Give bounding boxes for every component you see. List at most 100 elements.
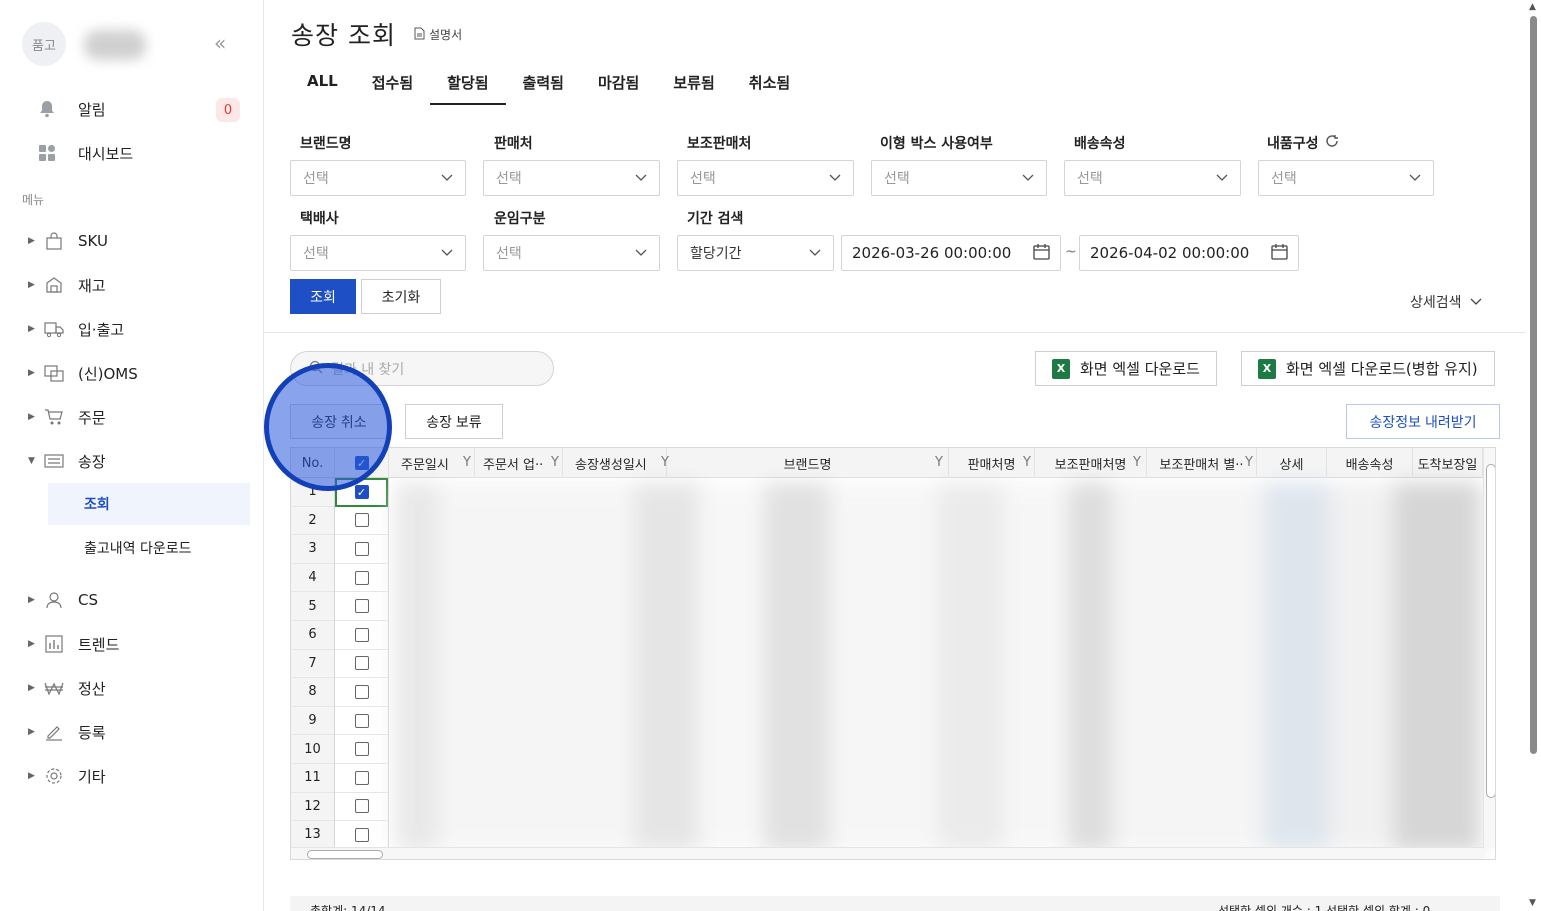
sidebar-item-sku[interactable]: ▶ SKU xyxy=(28,230,108,252)
page-scroll-thumb[interactable] xyxy=(1530,16,1537,754)
sidebar-item-order[interactable]: ▶ 주문 xyxy=(28,406,106,428)
date-from-input[interactable]: 2026-03-26 00:00:00 xyxy=(841,235,1061,271)
grid-horizontal-scrollbar[interactable] xyxy=(291,847,1483,859)
sidebar-item-trend[interactable]: ▶ 트렌드 xyxy=(28,633,119,655)
tab-cancelled[interactable]: 취소됨 xyxy=(732,64,807,105)
tab-held[interactable]: 보류됨 xyxy=(656,64,731,105)
table-row-check[interactable] xyxy=(335,793,388,822)
scroll-up-icon[interactable]: ▲ xyxy=(1529,2,1536,12)
page-scrollbar[interactable]: ▲ ▼ xyxy=(1527,0,1541,911)
col-header-order-upload[interactable]: 주문서 업·· xyxy=(475,448,563,478)
row-checkbox[interactable] xyxy=(354,770,369,785)
row-checkbox[interactable] xyxy=(354,713,369,728)
select-all-checkbox[interactable]: ✓ xyxy=(354,456,369,470)
scroll-down-icon[interactable]: ▼ xyxy=(1529,898,1536,908)
sidebar-item-invoice[interactable]: ▼ 송장 xyxy=(28,450,106,472)
col-header-arrival-guarantee[interactable]: 도착보장일 xyxy=(1413,448,1483,478)
row-checkbox[interactable] xyxy=(354,570,369,585)
period-type-select[interactable]: 할당기간 xyxy=(677,235,834,271)
col-header-no[interactable]: No. xyxy=(291,448,335,478)
sidebar-subitem-invoice-search[interactable]: 조회 xyxy=(48,483,250,525)
calendar-icon[interactable] xyxy=(1033,243,1050,264)
row-checkbox[interactable] xyxy=(354,799,369,814)
date-to-input[interactable]: 2026-04-02 00:00:00 xyxy=(1079,235,1299,271)
row-checkbox[interactable] xyxy=(354,656,369,671)
collapse-sidebar-icon[interactable]: « xyxy=(214,33,234,54)
hold-invoice-button[interactable]: 송장 보류 xyxy=(405,404,503,439)
table-row-check[interactable]: ✓ xyxy=(335,478,388,507)
col-header-detail[interactable]: 상세 xyxy=(1257,448,1327,478)
row-checkbox[interactable] xyxy=(354,627,369,642)
row-checkbox[interactable]: ✓ xyxy=(354,484,369,499)
table-row-check[interactable] xyxy=(335,764,388,793)
irregular-box-select[interactable]: 선택 xyxy=(871,160,1047,196)
col-header-invoice-created[interactable]: 송장생성일시 xyxy=(563,448,667,478)
table-row-check[interactable] xyxy=(335,592,388,621)
filter-icon[interactable]: Y xyxy=(1133,455,1141,470)
table-row-check[interactable] xyxy=(335,707,388,736)
sidebar-subitem-shipment-download[interactable]: 출고내역 다운로드 xyxy=(48,527,250,569)
manual-link[interactable]: 설명서 xyxy=(414,26,462,43)
excel-download-merged-button[interactable]: X 화면 엑셀 다운로드(병합 유지) xyxy=(1241,351,1495,386)
table-row-check[interactable] xyxy=(335,735,388,764)
search-button[interactable]: 조회 xyxy=(290,279,356,314)
filter-icon[interactable]: Y xyxy=(935,455,943,470)
table-row-check[interactable] xyxy=(335,621,388,650)
reset-button[interactable]: 초기화 xyxy=(361,279,441,314)
filter-icon[interactable]: Y xyxy=(551,455,559,470)
table-row-check[interactable] xyxy=(335,535,388,564)
col-header-ship-attr[interactable]: 배송속성 xyxy=(1327,448,1413,478)
table-row-check[interactable] xyxy=(335,564,388,593)
col-header-select-all[interactable]: ✓ xyxy=(335,448,389,478)
seller-select[interactable]: 선택 xyxy=(483,160,660,196)
col-header-brand[interactable]: 브랜드명 xyxy=(667,448,949,478)
sidebar-item-oms[interactable]: ▶ (신)OMS xyxy=(28,362,138,384)
col-header-sub-seller-alias[interactable]: 보조판매처 별·· xyxy=(1147,448,1257,478)
tab-all[interactable]: ALL xyxy=(290,64,355,105)
sidebar-item-etc[interactable]: ▶ 기타 xyxy=(28,765,106,787)
list-icon xyxy=(42,450,66,472)
filter-icon[interactable]: Y xyxy=(463,455,471,470)
grid-vertical-scroll-thumb[interactable] xyxy=(1486,464,1495,798)
row-checkbox[interactable] xyxy=(354,742,369,757)
bar-chart-icon xyxy=(42,633,66,655)
contents-select[interactable]: 선택 xyxy=(1258,160,1434,196)
fare-type-select[interactable]: 선택 xyxy=(483,235,660,271)
row-checkbox[interactable] xyxy=(354,541,369,556)
sidebar-item-inventory[interactable]: ▶ 재고 xyxy=(28,274,106,296)
brand-select[interactable]: 선택 xyxy=(290,160,466,196)
cancel-invoice-button[interactable]: 송장 취소 xyxy=(290,404,388,439)
refresh-icon[interactable] xyxy=(1325,134,1339,152)
excel-download-button[interactable]: X 화면 엑셀 다운로드 xyxy=(1035,351,1217,386)
calendar-icon[interactable] xyxy=(1271,243,1288,264)
row-checkbox[interactable] xyxy=(354,684,369,699)
table-row-check[interactable] xyxy=(335,678,388,707)
download-invoice-info-button[interactable]: 송장정보 내려받기 xyxy=(1346,404,1500,439)
row-checkbox[interactable] xyxy=(354,513,369,528)
tab-assigned[interactable]: 할당됨 xyxy=(430,64,506,105)
table-row-check[interactable] xyxy=(335,650,388,679)
ship-attr-select[interactable]: 선택 xyxy=(1064,160,1241,196)
detail-search-toggle[interactable]: 상세검색 xyxy=(1410,292,1482,312)
tab-printed[interactable]: 출력됨 xyxy=(506,64,581,105)
nav-notifications[interactable]: 알림 xyxy=(36,98,106,120)
sidebar-item-settlement[interactable]: ▶ 정산 xyxy=(28,677,106,699)
courier-select[interactable]: 선택 xyxy=(290,235,466,271)
col-header-sub-seller[interactable]: 보조판매처명 xyxy=(1035,448,1147,478)
tab-closed[interactable]: 마감됨 xyxy=(581,64,656,105)
grid-vertical-scrollbar[interactable] xyxy=(1483,448,1495,848)
filter-icon[interactable]: Y xyxy=(1023,455,1031,470)
result-search-input[interactable]: 결과 내 찾기 xyxy=(290,351,554,386)
table-row-check[interactable] xyxy=(335,507,388,536)
sidebar-item-cs[interactable]: ▶ CS xyxy=(28,589,98,611)
filter-icon[interactable]: Y xyxy=(1245,455,1253,470)
grid-horizontal-scroll-thumb[interactable] xyxy=(307,850,383,859)
table-row-check[interactable] xyxy=(335,821,388,850)
tab-received[interactable]: 접수됨 xyxy=(355,64,430,105)
row-checkbox[interactable] xyxy=(354,599,369,614)
nav-dashboard[interactable]: 대시보드 xyxy=(36,142,133,164)
sub-seller-select[interactable]: 선택 xyxy=(677,160,854,196)
sidebar-item-inout[interactable]: ▶ 입·출고 xyxy=(28,318,124,340)
sidebar-item-register[interactable]: ▶ 등록 xyxy=(28,721,106,743)
row-checkbox[interactable] xyxy=(354,827,369,842)
